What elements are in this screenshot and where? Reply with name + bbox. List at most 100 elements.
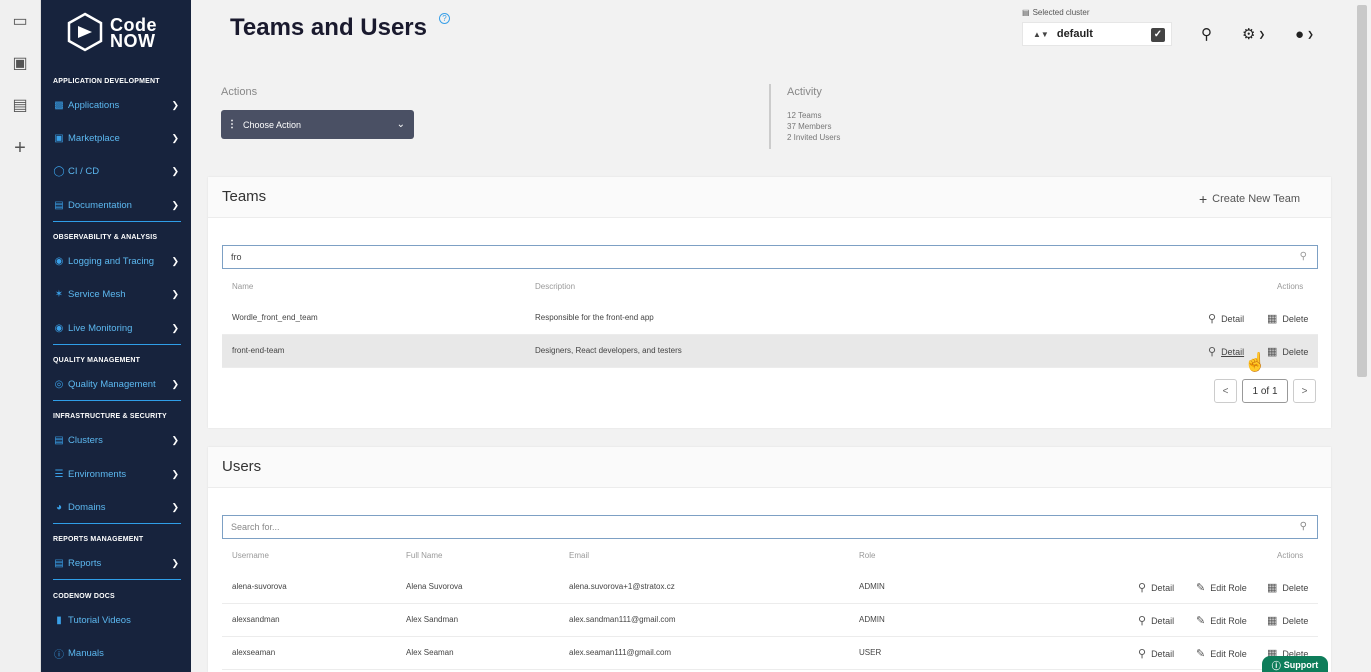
- activity-invited: 2 Invited Users: [787, 133, 841, 142]
- search-icon: ⚲: [1299, 521, 1307, 532]
- trash-icon: ▦: [1267, 582, 1278, 594]
- section-title: QUALITY MANAGEMENT: [53, 357, 141, 364]
- next-page-button[interactable]: >: [1293, 379, 1316, 403]
- cart-icon: ▣: [54, 132, 64, 144]
- activity-teams: 12 Teams: [787, 111, 822, 120]
- edit-role-button[interactable]: ✎ Edit Role: [1196, 647, 1247, 660]
- delete-button[interactable]: ▦ Delete: [1267, 345, 1308, 358]
- logo-text-now: NOW: [110, 31, 156, 51]
- full-name: Alena Suvorova: [406, 582, 463, 591]
- browser-rail: ▭ ▣ ▤ +: [0, 0, 41, 672]
- support-button[interactable]: ⓘ Support: [1262, 656, 1328, 672]
- create-team-label: Create New Team: [1212, 193, 1300, 205]
- help-icon[interactable]: ?: [439, 13, 450, 24]
- delete-label: Delete: [1282, 346, 1309, 357]
- chevron-down-icon: ⌄: [396, 119, 405, 130]
- video-icon[interactable]: ▭: [10, 12, 30, 32]
- sidebar-item-environments[interactable]: ☰ Environments ❯: [53, 462, 181, 486]
- column-header-email[interactable]: Email: [569, 551, 589, 560]
- table-row[interactable]: alexsandman Alex Sandman alex.sandman111…: [222, 604, 1318, 637]
- users-title: Users: [222, 458, 262, 475]
- plus-icon[interactable]: +: [10, 138, 30, 158]
- edit-role-button[interactable]: ✎ Edit Role: [1196, 614, 1247, 627]
- delete-button[interactable]: ▦ Delete: [1267, 581, 1308, 594]
- sidebar-item-reports[interactable]: ▤ Reports ❯: [53, 551, 181, 580]
- sidebar-item-marketplace[interactable]: ▣ Marketplace ❯: [53, 126, 181, 150]
- codenow-logo[interactable]: Code NOW: [66, 12, 176, 56]
- sidebar-item-tutorial-videos[interactable]: ▮ Tutorial Videos: [53, 608, 181, 632]
- user-menu[interactable]: ● ❯: [1295, 24, 1314, 44]
- book-icon[interactable]: ▤: [10, 96, 30, 116]
- settings-menu[interactable]: ⚙ ❯: [1242, 24, 1265, 44]
- detail-label: Detail: [1151, 615, 1175, 626]
- sidebar-item-live-monitoring[interactable]: ◉ Live Monitoring ❯: [53, 316, 181, 345]
- section-title: REPORTS MANAGEMENT: [53, 536, 144, 543]
- detail-button[interactable]: ⚲ Detail: [1208, 312, 1244, 325]
- username: alena-suvorova: [232, 582, 287, 591]
- section-title: APPLICATION DEVELOPMENT: [53, 78, 160, 85]
- chevron-down-icon: ❯: [1307, 29, 1314, 39]
- teams-search-value: fro: [231, 252, 242, 262]
- create-team-button[interactable]: + Create New Team: [1199, 191, 1300, 207]
- sidebar-item-service-mesh[interactable]: ✶ Service Mesh ❯: [53, 282, 181, 306]
- column-header-role[interactable]: Role: [859, 551, 875, 560]
- chevron-right-icon: ❯: [171, 132, 179, 143]
- sidebar-item-applications[interactable]: ▩ Applications ❯: [53, 93, 181, 117]
- edit-role-button[interactable]: ✎ Edit Role: [1196, 581, 1247, 594]
- layers-icon: ☰: [54, 468, 64, 480]
- pencil-icon: ✎: [1196, 648, 1206, 660]
- search-icon: ⚲: [1299, 251, 1307, 262]
- chevron-right-icon: ❯: [171, 557, 179, 568]
- detail-button[interactable]: ⚲ Detail: [1138, 647, 1174, 660]
- cluster-select[interactable]: ▲▼ default ✓: [1022, 22, 1172, 46]
- divider: [53, 579, 181, 580]
- binoculars-icon: ◉: [54, 255, 64, 267]
- sidebar-item-clusters[interactable]: ▤ Clusters ❯: [53, 428, 181, 452]
- detail-button[interactable]: ⚲ Detail: [1138, 581, 1174, 594]
- team-name: Wordle_front_end_team: [232, 313, 318, 322]
- checkbox-icon[interactable]: ✓: [1151, 28, 1165, 42]
- teams-card-header: Teams + Create New Team: [208, 177, 1331, 218]
- chevron-right-icon: ❯: [171, 434, 179, 445]
- chevron-right-icon: ❯: [171, 288, 179, 299]
- sidebar-item-documentation[interactable]: ▤ Documentation ❯: [53, 193, 181, 222]
- sidebar-item-logging[interactable]: ◉ Logging and Tracing ❯: [53, 249, 181, 273]
- badge-icon: ◎: [54, 378, 64, 390]
- git-branch-icon[interactable]: ⚲: [1201, 24, 1212, 44]
- server-icon: ▤: [54, 434, 64, 446]
- sidebar-item-domains[interactable]: ◕ Domains ❯: [53, 495, 181, 524]
- zoom-icon: ⚲: [1138, 648, 1147, 660]
- file-icon: ▤: [54, 557, 64, 569]
- choose-action-label: Choose Action: [243, 119, 302, 130]
- table-row[interactable]: alena-suvorova Alena Suvorova alena.suvo…: [222, 571, 1318, 604]
- column-header-actions: Actions: [1277, 282, 1304, 291]
- plus-icon: +: [1198, 191, 1208, 207]
- column-header-full-name[interactable]: Full Name: [406, 551, 442, 560]
- sidebar-item-cicd[interactable]: ◯ CI / CD ❯: [53, 159, 181, 183]
- scrollbar[interactable]: [1357, 5, 1367, 377]
- users-search-input[interactable]: Search for... ⚲: [222, 515, 1318, 539]
- table-row[interactable]: alexseaman Alex Seaman alex.seaman111@gm…: [222, 637, 1318, 670]
- detail-button[interactable]: ⚲ Detail: [1208, 345, 1244, 358]
- column-header-description[interactable]: Description: [535, 282, 575, 291]
- column-header-name[interactable]: Name: [232, 282, 253, 291]
- delete-button[interactable]: ▦ Delete: [1267, 312, 1308, 325]
- pencil-icon: ✎: [1196, 582, 1206, 594]
- teams-search-input[interactable]: fro ⚲: [222, 245, 1318, 269]
- divider: [53, 523, 181, 524]
- prev-page-button[interactable]: <: [1214, 379, 1237, 403]
- table-row[interactable]: Wordle_front_end_team Responsible for th…: [222, 302, 1318, 335]
- table-row[interactable]: front-end-team Designers, React develope…: [222, 335, 1318, 368]
- detail-button[interactable]: ⚲ Detail: [1138, 614, 1174, 627]
- column-header-username[interactable]: Username: [232, 551, 269, 560]
- wallet-icon[interactable]: ▣: [10, 54, 30, 74]
- edit-role-label: Edit Role: [1210, 648, 1247, 659]
- sidebar-item-label: Manuals: [68, 647, 104, 659]
- sidebar-item-quality-management[interactable]: ◎ Quality Management ❯: [53, 372, 181, 401]
- laptop-icon: ▩: [54, 99, 64, 111]
- delete-button[interactable]: ▦ Delete: [1267, 614, 1308, 627]
- divider: [769, 84, 771, 149]
- choose-action-dropdown[interactable]: ⋮ Choose Action ⌄: [221, 110, 414, 139]
- sidebar-item-manuals[interactable]: ⓘ Manuals: [53, 641, 181, 665]
- more-vertical-icon: ⋮: [227, 119, 237, 130]
